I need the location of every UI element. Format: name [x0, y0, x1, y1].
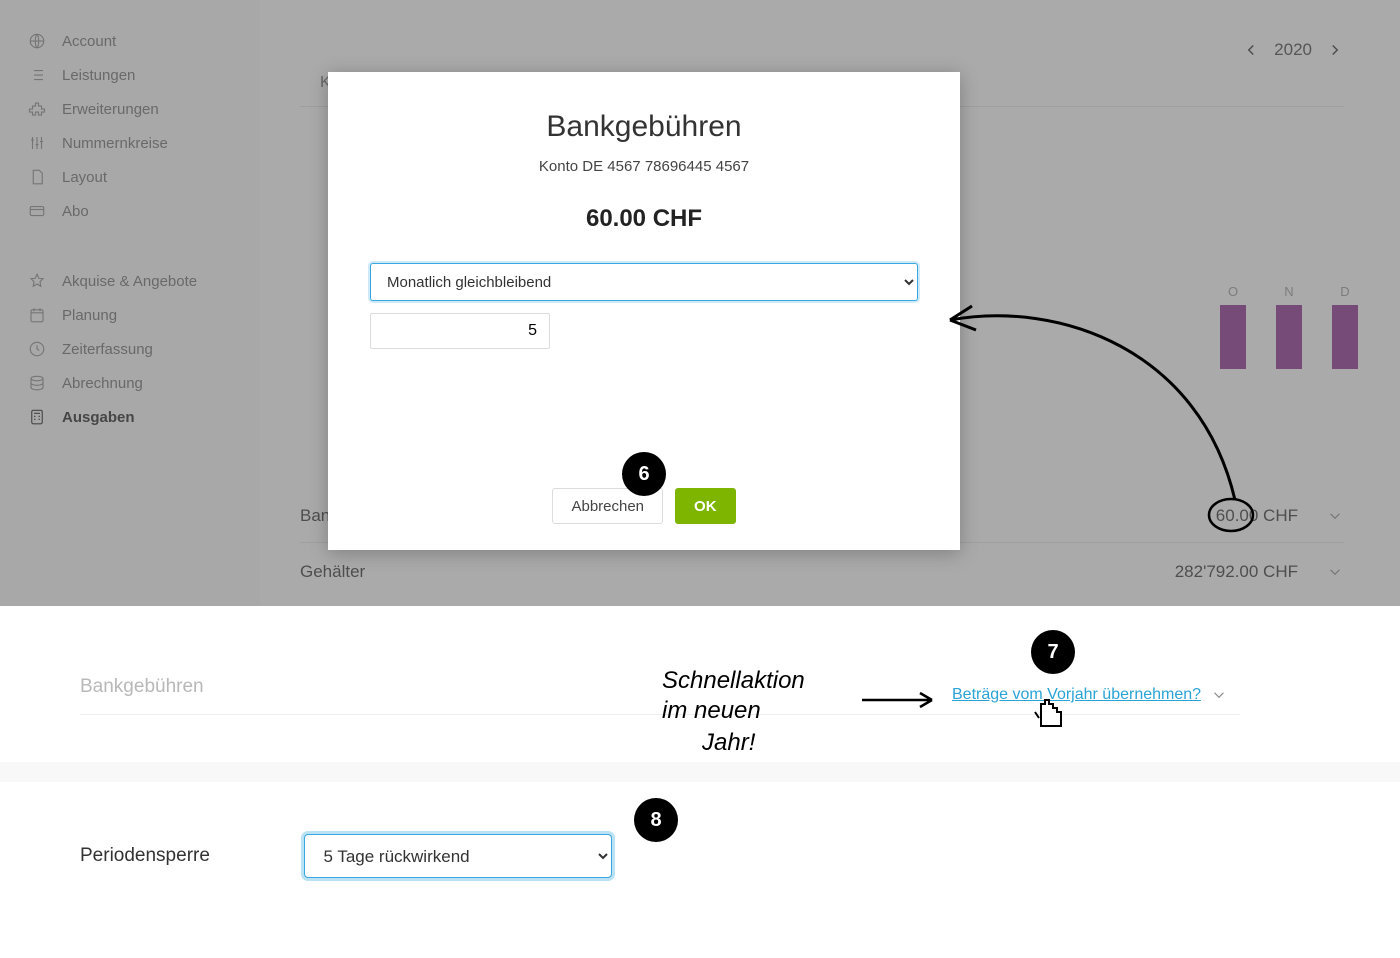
- card-icon: [28, 202, 46, 220]
- year-nav: 2020: [1242, 40, 1344, 60]
- periodensperre-label: Periodensperre: [80, 845, 300, 867]
- sidebar-item-label: Layout: [62, 169, 107, 186]
- sidebar-item-ausgaben[interactable]: Ausgaben: [0, 400, 260, 434]
- sidebar-item-label: Erweiterungen: [62, 101, 159, 118]
- section-title: Bankgebühren: [80, 676, 204, 697]
- sidebar-item-abrechnung[interactable]: Abrechnung: [0, 366, 260, 400]
- sidebar-item-abo[interactable]: Abo: [0, 194, 260, 228]
- chart-bar: [1332, 305, 1358, 369]
- sidebar-item-planung[interactable]: Planung: [0, 298, 260, 332]
- sidebar-item-zeiterfassung[interactable]: Zeiterfassung: [0, 332, 260, 366]
- globe-icon: [28, 32, 46, 50]
- modal-total: 60.00 CHF: [586, 205, 702, 233]
- sidebar-item-label: Ausgaben: [62, 409, 135, 426]
- amount-input[interactable]: [370, 313, 550, 349]
- sidebar-item-akquise[interactable]: Akquise & Angebote: [0, 264, 260, 298]
- copy-previous-year-link[interactable]: Beträge vom Vorjahr übernehmen?: [952, 686, 1201, 704]
- annotation-badge-7: 7: [1031, 630, 1075, 674]
- chart-month-label: D: [1340, 284, 1349, 299]
- mini-bar-chart: O N D: [1220, 284, 1358, 369]
- row-amount: 60.00 CHF: [1216, 506, 1298, 526]
- row-name: Gehälter: [300, 562, 365, 582]
- sidebar-item-nummernkreise[interactable]: Nummernkreise: [0, 126, 260, 160]
- chevron-down-icon[interactable]: [1326, 507, 1344, 525]
- list-icon: [28, 66, 46, 84]
- chart-month-label: N: [1284, 284, 1293, 299]
- chart-bar: [1276, 305, 1302, 369]
- sidebar-item-label: Nummernkreise: [62, 135, 168, 152]
- section-periodensperre: Periodensperre 5 Tage rückwirkend: [0, 782, 1400, 942]
- divider: [80, 714, 1240, 715]
- ok-button[interactable]: OK: [675, 488, 736, 524]
- periodensperre-select[interactable]: 5 Tage rückwirkend: [304, 834, 612, 878]
- chart-month-label: O: [1228, 284, 1238, 299]
- sidebar-item-label: Zeiterfassung: [62, 341, 153, 358]
- annotation-badge-6: 6: [622, 452, 666, 496]
- clock-icon: [28, 340, 46, 358]
- sidebar-item-erweiterungen[interactable]: Erweiterungen: [0, 92, 260, 126]
- sidebar-item-layout[interactable]: Layout: [0, 160, 260, 194]
- chevron-down-icon[interactable]: [1326, 563, 1344, 581]
- sidebar-item-account[interactable]: Account: [0, 24, 260, 58]
- sidebar: Account Leistungen Erweiterungen Nummern…: [0, 0, 260, 606]
- modal-title: Bankgebühren: [546, 110, 741, 144]
- expense-row-gehaelter[interactable]: Gehälter 282'792.00 CHF: [300, 546, 1344, 598]
- modal-subtitle: Konto DE 4567 78696445 4567: [539, 158, 749, 175]
- sidebar-item-label: Planung: [62, 307, 117, 324]
- chart-bar: [1220, 305, 1246, 369]
- sidebar-item-label: Akquise & Angebote: [62, 273, 197, 290]
- prev-year-button[interactable]: [1242, 41, 1260, 59]
- sliders-icon: [28, 134, 46, 152]
- database-icon: [28, 374, 46, 392]
- calendar-icon: [28, 306, 46, 324]
- calculator-icon: [28, 408, 46, 426]
- year-label: 2020: [1274, 40, 1312, 60]
- file-icon: [28, 168, 46, 186]
- row-amount: 282'792.00 CHF: [1175, 562, 1298, 582]
- sidebar-item-label: Abo: [62, 203, 89, 220]
- sidebar-item-label: Abrechnung: [62, 375, 143, 392]
- row-name: Ban: [300, 506, 330, 526]
- annotation-badge-8: 8: [634, 798, 678, 842]
- sidebar-item-leistungen[interactable]: Leistungen: [0, 58, 260, 92]
- next-year-button[interactable]: [1326, 41, 1344, 59]
- section-gap: [0, 762, 1400, 782]
- sidebar-item-label: Leistungen: [62, 67, 135, 84]
- puzzle-icon: [28, 100, 46, 118]
- star-icon: [28, 272, 46, 290]
- section-bankgebuehren-new-year: Bankgebühren Beträge vom Vorjahr überneh…: [0, 606, 1400, 762]
- chevron-down-icon[interactable]: [1210, 686, 1228, 704]
- frequency-select[interactable]: Monatlich gleichbleibend: [370, 263, 918, 301]
- sidebar-item-label: Account: [62, 33, 116, 50]
